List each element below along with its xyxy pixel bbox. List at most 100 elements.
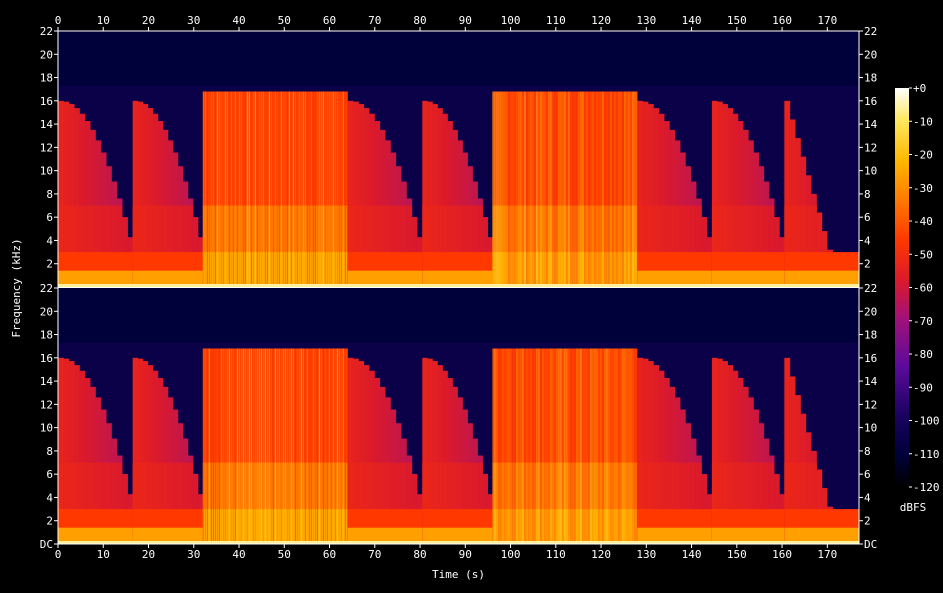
colorbar-tick-label: -110 bbox=[913, 448, 940, 461]
y-tick-label-right: 10 bbox=[864, 422, 877, 435]
y-tick-label: DC bbox=[40, 538, 53, 551]
x-tick-label-top: 20 bbox=[142, 14, 155, 27]
y-tick-label: 22 bbox=[40, 25, 53, 38]
y-tick-label-right: 20 bbox=[864, 48, 877, 61]
x-tick-label: 90 bbox=[459, 548, 472, 561]
spectrogram-chart: 0 0 10 10 20 20 30 30 40 40 50 50 60 60 70 70 80 80 90 90 10… bbox=[10, 14, 940, 581]
x-tick-label: 110 bbox=[546, 548, 566, 561]
x-tick-label: 0 bbox=[55, 548, 62, 561]
y-tick-label-right: 16 bbox=[864, 95, 877, 108]
y-tick-label: 14 bbox=[40, 118, 54, 131]
x-tick-label: 40 bbox=[232, 548, 245, 561]
colorbar-tick-label: -90 bbox=[913, 381, 933, 394]
segment-full-2 bbox=[202, 91, 348, 287]
colorbar-tick-label: -50 bbox=[913, 248, 933, 261]
y-tick-label-right: 20 bbox=[864, 305, 877, 318]
y-tick-label-right: 16 bbox=[864, 352, 877, 365]
segment-full-5 bbox=[492, 348, 638, 544]
y-tick-label-right: 4 bbox=[864, 234, 871, 247]
x-tick-label: 100 bbox=[501, 548, 521, 561]
x-tick-label: 30 bbox=[187, 548, 200, 561]
colorbar-tick-label: -30 bbox=[913, 182, 933, 195]
x-tick-label-top: 140 bbox=[682, 14, 702, 27]
y-tick-label: 16 bbox=[40, 352, 53, 365]
y-tick-label-right: 10 bbox=[864, 165, 877, 178]
y-tick-label-right: 18 bbox=[864, 329, 877, 342]
spectrogram-panel-ch1 bbox=[58, 31, 860, 288]
y-tick-label-right: 14 bbox=[864, 118, 878, 131]
y-tick-label: 8 bbox=[46, 445, 53, 458]
x-tick-label-top: 10 bbox=[97, 14, 110, 27]
colorbar-tick-label: -80 bbox=[913, 348, 933, 361]
x-tick-label-top: 40 bbox=[232, 14, 245, 27]
colorbar-tick-label: -60 bbox=[913, 282, 933, 295]
colorbar-tick-label: -20 bbox=[913, 149, 933, 162]
y-tick-label-right: 22 bbox=[864, 25, 877, 38]
y-tick-label-right: 8 bbox=[864, 188, 871, 201]
y-tick-label-right: 14 bbox=[864, 375, 878, 388]
x-tick-label: 10 bbox=[97, 548, 110, 561]
colorbar-tick-label: -120 bbox=[913, 481, 940, 494]
x-tick-label-top: 60 bbox=[323, 14, 336, 27]
y-tick-label: 12 bbox=[40, 398, 53, 411]
x-tick-label: 150 bbox=[727, 548, 747, 561]
x-tick-label: 170 bbox=[817, 548, 837, 561]
colorbar-tick-label: +0 bbox=[913, 82, 926, 95]
y-tick-label-right: 4 bbox=[864, 491, 871, 504]
colorbar-tick-label: -70 bbox=[913, 315, 933, 328]
x-tick-label-top: 0 bbox=[55, 14, 62, 27]
y-tick-label-right: 12 bbox=[864, 141, 877, 154]
x-tick-label: 80 bbox=[413, 548, 426, 561]
segment-full-2 bbox=[202, 348, 348, 544]
y-tick-label: 20 bbox=[40, 48, 53, 61]
x-tick-label-top: 30 bbox=[187, 14, 200, 27]
colorbar bbox=[895, 88, 909, 487]
y-tick-label: 10 bbox=[40, 165, 53, 178]
y-tick-label-right: 18 bbox=[864, 72, 877, 85]
y-tick-label: 8 bbox=[46, 188, 53, 201]
x-tick-label-top: 80 bbox=[413, 14, 426, 27]
y-axis-label: Frequency (kHz) bbox=[10, 238, 23, 337]
spectrogram-panel-ch2 bbox=[58, 288, 860, 544]
y-tick-label: 18 bbox=[40, 72, 53, 85]
x-tick-label: 120 bbox=[591, 548, 611, 561]
y-tick-label-right: 8 bbox=[864, 445, 871, 458]
x-tick-label: 70 bbox=[368, 548, 381, 561]
x-tick-label-top: 50 bbox=[278, 14, 291, 27]
y-tick-label: 12 bbox=[40, 141, 53, 154]
y-tick-label: 18 bbox=[40, 329, 53, 342]
y-tick-label-right: DC bbox=[864, 538, 877, 551]
y-tick-label: 14 bbox=[40, 375, 54, 388]
colorbar-tick-label: -100 bbox=[913, 415, 940, 428]
colorbar-tick-label: -10 bbox=[913, 115, 933, 128]
y-tick-label: 20 bbox=[40, 305, 53, 318]
y-tick-label-right: 6 bbox=[864, 468, 871, 481]
segment-full-5 bbox=[492, 91, 638, 287]
x-tick-label: 60 bbox=[323, 548, 336, 561]
x-tick-label-top: 110 bbox=[546, 14, 566, 27]
x-tick-label-top: 160 bbox=[772, 14, 792, 27]
y-tick-label: 4 bbox=[46, 491, 53, 504]
y-tick-label-right: 6 bbox=[864, 211, 871, 224]
x-tick-label-top: 120 bbox=[591, 14, 611, 27]
x-tick-label-top: 150 bbox=[727, 14, 747, 27]
x-tick-label-top: 170 bbox=[817, 14, 837, 27]
x-tick-label: 140 bbox=[682, 548, 702, 561]
x-tick-label: 20 bbox=[142, 548, 155, 561]
y-tick-label-right: 22 bbox=[864, 282, 877, 295]
y-tick-label: 6 bbox=[46, 211, 53, 224]
colorbar-tick-label: -40 bbox=[913, 215, 933, 228]
y-tick-label: 22 bbox=[40, 282, 53, 295]
y-tick-label: 6 bbox=[46, 468, 53, 481]
x-tick-label-top: 100 bbox=[501, 14, 521, 27]
y-tick-label-right: 2 bbox=[864, 258, 871, 271]
x-tick-label: 130 bbox=[636, 548, 656, 561]
colorbar-label: dBFS bbox=[900, 501, 927, 514]
x-tick-label-top: 70 bbox=[368, 14, 381, 27]
x-tick-label: 50 bbox=[278, 548, 291, 561]
y-tick-label: 2 bbox=[46, 258, 53, 271]
y-tick-label: 16 bbox=[40, 95, 53, 108]
x-axis-label: Time (s) bbox=[432, 568, 485, 581]
x-tick-label-top: 90 bbox=[459, 14, 472, 27]
x-tick-label-top: 130 bbox=[636, 14, 656, 27]
